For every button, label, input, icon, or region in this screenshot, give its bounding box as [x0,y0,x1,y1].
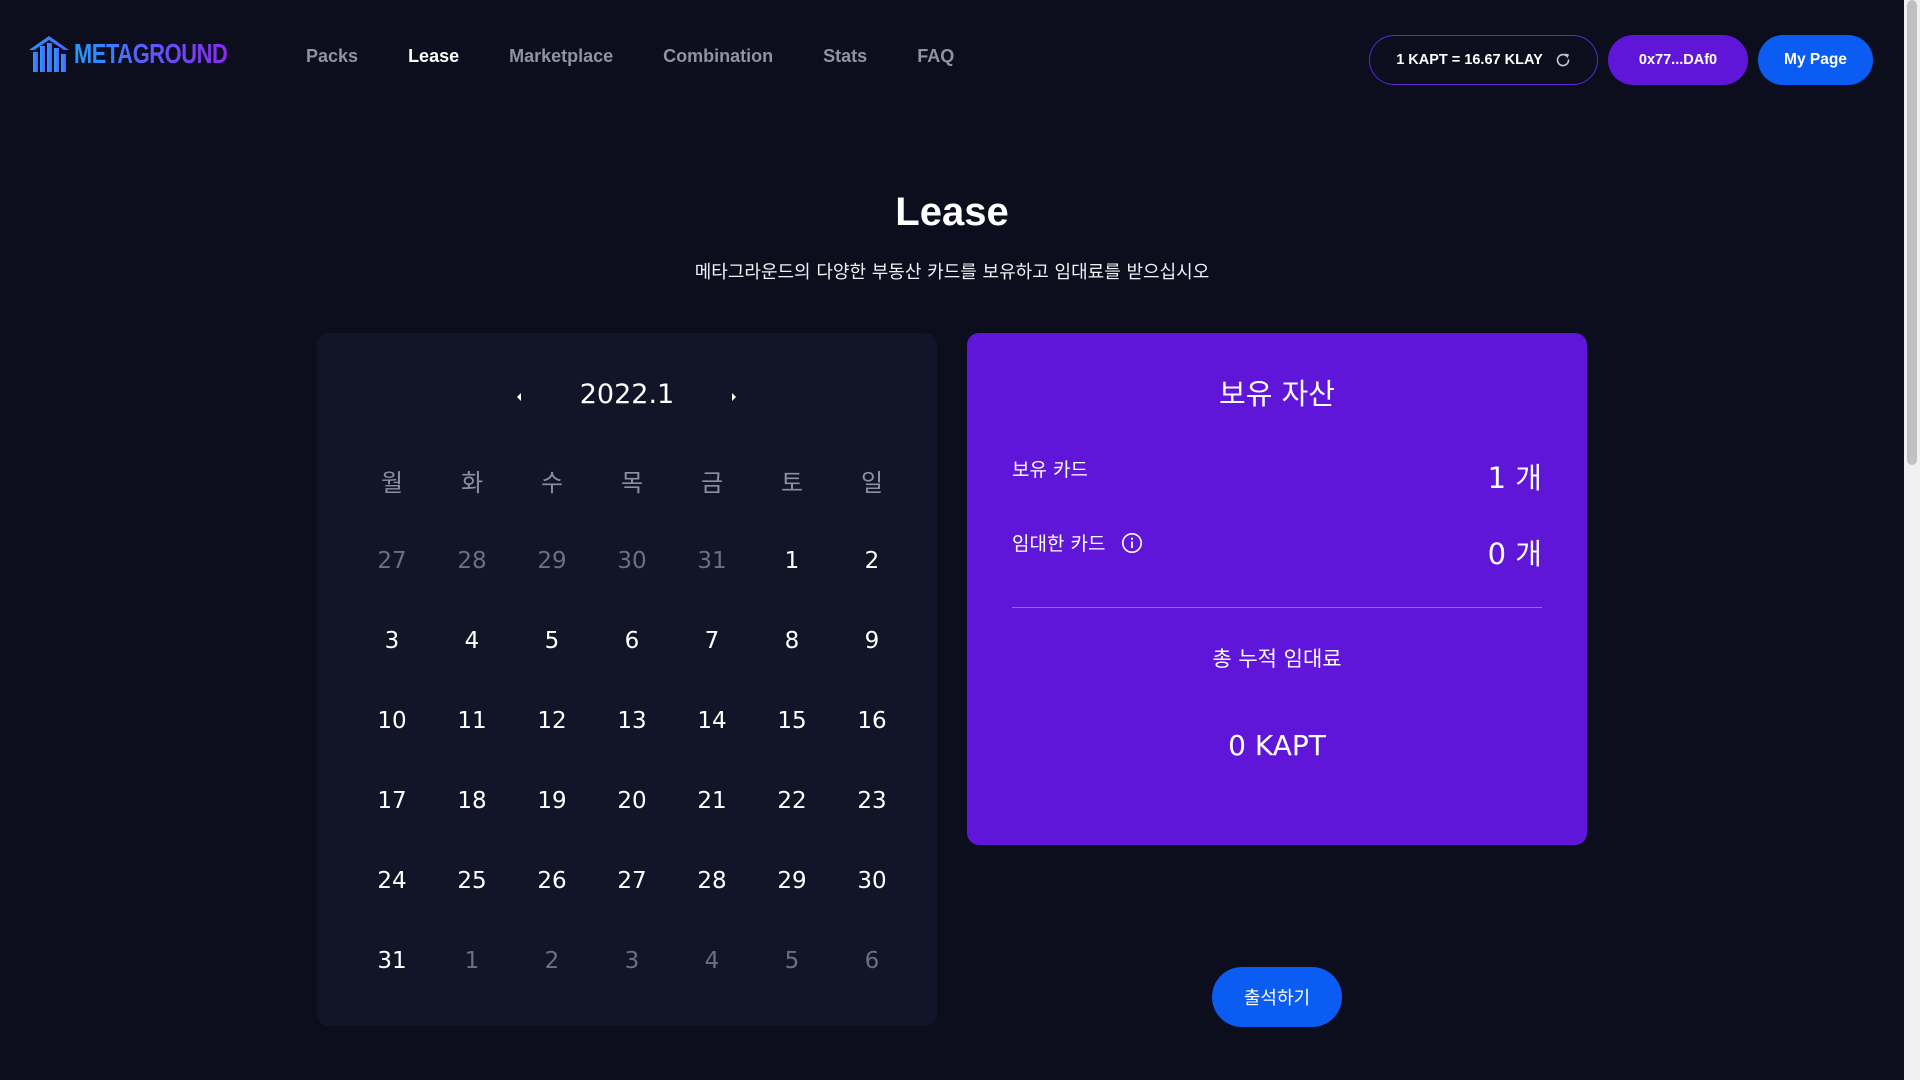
main-nav: Packs Lease Marketplace Combination Stat… [306,46,1004,67]
calendar-day[interactable]: 7 [672,621,752,701]
calendar-day[interactable]: 29 [512,541,592,621]
calendar-day[interactable]: 30 [592,541,672,621]
info-icon[interactable] [1121,532,1143,554]
calendar-day[interactable]: 14 [672,701,752,781]
total-rent-label: 총 누적 임대료 [1212,647,1342,671]
nav-faq[interactable]: FAQ [917,46,954,67]
calendar-day[interactable]: 31 [352,941,432,1021]
metaground-logo[interactable]: METAGROUND [28,34,271,74]
scrollbar-thumb[interactable] [1907,0,1917,465]
exchange-rate-button[interactable]: 1 KAPT = 16.67 KLAY [1369,35,1598,85]
nav-combination[interactable]: Combination [663,46,773,67]
next-month-button[interactable] [722,385,746,409]
calendar-day[interactable]: 15 [752,701,832,781]
calendar-day[interactable]: 1 [432,941,512,1021]
weekday-sun: 일 [860,469,884,497]
calendar-day[interactable]: 5 [512,621,592,701]
calendar-days-grid: 27 28 29 30 31 1 2 3 4 5 6 7 8 9 10 11 12 13 14 15 16 17 18 19 2… [352,541,912,1021]
my-page-button[interactable]: My Page [1758,35,1873,85]
weekday-tue: 화 [460,469,484,497]
calendar-day[interactable]: 1 [752,541,832,621]
calendar-day[interactable]: 27 [592,861,672,941]
nav-stats[interactable]: Stats [823,46,867,67]
calendar-day[interactable]: 3 [352,621,432,701]
weekday-sat: 토 [780,469,804,497]
wallet-address-button[interactable]: 0x77...DAf0 [1608,35,1748,85]
calendar-day[interactable]: 5 [752,941,832,1021]
page-title: Lease [895,190,1009,234]
calendar-day[interactable]: 18 [432,781,512,861]
calendar-day[interactable]: 21 [672,781,752,861]
calendar-month: 2022.1 [579,379,675,410]
leased-cards-row: 임대한 카드 [1012,529,1143,556]
calendar-day[interactable]: 6 [592,621,672,701]
calendar-day[interactable]: 24 [352,861,432,941]
calendar-day[interactable]: 31 [672,541,752,621]
calendar-day[interactable]: 29 [752,861,832,941]
calendar-day[interactable]: 4 [432,621,512,701]
calendar-day[interactable]: 25 [432,861,512,941]
calendar-day[interactable]: 8 [752,621,832,701]
caret-left-icon [517,393,521,401]
calendar-day[interactable]: 26 [512,861,592,941]
calendar-day[interactable]: 13 [592,701,672,781]
attendance-check-button[interactable]: 출석하기 [1212,967,1342,1027]
leased-cards-label: 임대한 카드 [1012,533,1106,555]
calendar-day[interactable]: 6 [832,941,912,1021]
weekday-wed: 수 [540,469,564,497]
weekday-fri: 금 [700,469,724,497]
leased-cards-value: 0 개 [1487,537,1542,571]
calendar-day[interactable]: 10 [352,701,432,781]
calendar-day[interactable]: 23 [832,781,912,861]
top-header: METAGROUND Packs Lease Marketplace Combi… [0,0,1904,118]
exchange-rate-text: 1 KAPT = 16.67 KLAY [1396,52,1543,68]
assets-title: 보유 자산 [1219,377,1335,411]
calendar-day[interactable]: 3 [592,941,672,1021]
attendance-calendar: 2022.1 월 화 수 목 금 토 일 27 28 29 30 31 1 2 3 4 5 6 7 8 9… [317,333,937,1026]
nav-packs[interactable]: Packs [306,46,358,67]
page-subtitle: 메타그라운드의 다양한 부동산 카드를 보유하고 임대료를 받으십시오 [694,262,1210,283]
calendar-day[interactable]: 19 [512,781,592,861]
nav-marketplace[interactable]: Marketplace [509,46,613,67]
building-logo-icon [29,36,69,72]
calendar-day[interactable]: 30 [832,861,912,941]
page-scrollbar[interactable] [1904,0,1920,1080]
calendar-day[interactable]: 27 [352,541,432,621]
owned-cards-label: 보유 카드 [1012,459,1088,481]
owned-assets-panel: 보유 자산 보유 카드 1 개 임대한 카드 0 개 총 누적 임대료 0 KA… [967,333,1587,845]
calendar-day[interactable]: 2 [512,941,592,1021]
calendar-weekdays: 월 화 수 목 금 토 일 [352,463,912,503]
calendar-day[interactable]: 17 [352,781,432,861]
refresh-icon [1556,53,1570,67]
calendar-day[interactable]: 12 [512,701,592,781]
calendar-day[interactable]: 20 [592,781,672,861]
caret-right-icon [732,393,736,401]
total-rent-value: 0 KAPT [1228,729,1326,762]
calendar-day[interactable]: 16 [832,701,912,781]
weekday-mon: 월 [380,469,404,497]
nav-lease[interactable]: Lease [408,46,459,67]
calendar-day[interactable]: 11 [432,701,512,781]
assets-divider [1012,607,1542,608]
weekday-thu: 목 [620,469,644,497]
calendar-day[interactable]: 28 [432,541,512,621]
calendar-day[interactable]: 2 [832,541,912,621]
calendar-day[interactable]: 28 [672,861,752,941]
logo-text: METAGROUND [74,38,228,69]
owned-cards-value: 1 개 [1487,461,1542,495]
calendar-day[interactable]: 9 [832,621,912,701]
calendar-day[interactable]: 4 [672,941,752,1021]
calendar-header: 2022.1 [317,373,937,423]
calendar-day[interactable]: 22 [752,781,832,861]
